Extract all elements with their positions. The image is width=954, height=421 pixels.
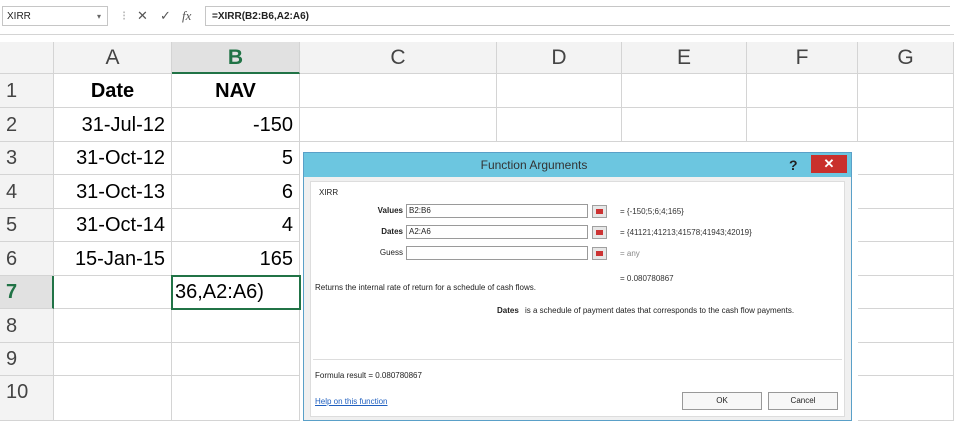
row-header-10[interactable]: 10 bbox=[0, 376, 54, 421]
cell-g2[interactable] bbox=[858, 108, 954, 142]
cell-a10[interactable] bbox=[54, 376, 172, 421]
guess-result: = any bbox=[620, 249, 640, 258]
cell-g3[interactable] bbox=[858, 142, 954, 175]
cell-g10[interactable] bbox=[858, 376, 954, 421]
values-input[interactable]: B2:B6 bbox=[406, 204, 588, 218]
cell-b6[interactable]: 165 bbox=[172, 242, 300, 276]
chevron-down-icon[interactable]: ▾ bbox=[97, 7, 101, 27]
column-header-f[interactable]: F bbox=[747, 42, 858, 74]
arg-description-name: Dates bbox=[497, 306, 519, 315]
row-header-4[interactable]: 4 bbox=[0, 175, 54, 209]
formula-result: Formula result = 0.080780867 bbox=[315, 371, 422, 380]
cell-f1[interactable] bbox=[747, 74, 858, 108]
cell-b1[interactable]: NAV bbox=[172, 74, 300, 108]
cell-b2[interactable]: -150 bbox=[172, 108, 300, 142]
dates-result: = {41121;41213;41578;41943;42019} bbox=[620, 228, 752, 237]
values-result: = {-150;5;6;4;165} bbox=[620, 207, 684, 216]
formula-bar: XIRR ▾ ⁝ ✕ ✓ fx =XIRR(B2:B6,A2:A6) bbox=[0, 0, 954, 35]
cell-b8[interactable] bbox=[172, 309, 300, 343]
cell-g7[interactable] bbox=[858, 276, 954, 309]
function-arguments-dialog: Function Arguments ? ✕ XIRR Values B2:B6… bbox=[303, 152, 852, 421]
cell-a8[interactable] bbox=[54, 309, 172, 343]
row-header-6[interactable]: 6 bbox=[0, 242, 54, 276]
cell-g5[interactable] bbox=[858, 209, 954, 242]
guess-input[interactable] bbox=[406, 246, 588, 260]
function-name: XIRR bbox=[319, 188, 339, 197]
cell-a3[interactable]: 31-Oct-12 bbox=[54, 142, 172, 175]
guess-label: Guess bbox=[379, 248, 403, 257]
cell-g9[interactable] bbox=[858, 343, 954, 376]
cancel-button[interactable]: Cancel bbox=[768, 392, 838, 410]
formula-input[interactable]: =XIRR(B2:B6,A2:A6) bbox=[205, 6, 950, 26]
cell-a9[interactable] bbox=[54, 343, 172, 376]
column-header-c[interactable]: C bbox=[300, 42, 497, 74]
cell-b10[interactable] bbox=[172, 376, 300, 421]
row-header-7[interactable]: 7 bbox=[0, 276, 54, 309]
cell-g8[interactable] bbox=[858, 309, 954, 343]
ok-button[interactable]: OK bbox=[682, 392, 762, 410]
collapse-dates-icon[interactable] bbox=[592, 226, 607, 239]
active-cell-b7[interactable]: 36,A2:A6) bbox=[171, 275, 301, 310]
cell-b4[interactable]: 6 bbox=[172, 175, 300, 209]
cell-g6[interactable] bbox=[858, 242, 954, 276]
column-header-b[interactable]: B bbox=[172, 42, 300, 74]
row-header-1[interactable]: 1 bbox=[0, 74, 54, 108]
cell-a6[interactable]: 15-Jan-15 bbox=[54, 242, 172, 276]
cell-b5[interactable]: 4 bbox=[172, 209, 300, 242]
cell-a1[interactable]: Date bbox=[54, 74, 172, 108]
divider bbox=[313, 359, 842, 360]
column-header-d[interactable]: D bbox=[497, 42, 622, 74]
collapse-guess-icon[interactable] bbox=[592, 247, 607, 260]
row-header-3[interactable]: 3 bbox=[0, 142, 54, 175]
cell-e1[interactable] bbox=[622, 74, 747, 108]
dialog-body: XIRR Values B2:B6 = {-150;5;6;4;165} Dat… bbox=[310, 181, 845, 417]
cell-c2[interactable] bbox=[300, 108, 497, 142]
row-header-8[interactable]: 8 bbox=[0, 309, 54, 343]
name-box[interactable]: XIRR ▾ bbox=[2, 6, 108, 26]
dates-input[interactable]: A2:A6 bbox=[406, 225, 588, 239]
help-icon[interactable]: ? bbox=[789, 154, 798, 176]
cell-a5[interactable]: 31-Oct-14 bbox=[54, 209, 172, 242]
help-link[interactable]: Help on this function bbox=[315, 397, 388, 406]
row-header-9[interactable]: 9 bbox=[0, 343, 54, 376]
cell-d1[interactable] bbox=[497, 74, 622, 108]
cell-c1[interactable] bbox=[300, 74, 497, 108]
row-header-5[interactable]: 5 bbox=[0, 209, 54, 242]
cell-f2[interactable] bbox=[747, 108, 858, 142]
dialog-title: Function Arguments bbox=[480, 158, 588, 172]
separator-icon: ⁝ bbox=[122, 8, 127, 23]
cell-b3[interactable]: 5 bbox=[172, 142, 300, 175]
cancel-icon[interactable]: ✕ bbox=[137, 6, 148, 26]
select-all-corner[interactable] bbox=[0, 42, 54, 74]
dates-label: Dates bbox=[381, 227, 403, 236]
cell-g1[interactable] bbox=[858, 74, 954, 108]
collapse-values-icon[interactable] bbox=[592, 205, 607, 218]
function-result: = 0.080780867 bbox=[620, 274, 674, 283]
cell-d2[interactable] bbox=[497, 108, 622, 142]
name-box-value: XIRR bbox=[7, 11, 31, 22]
cell-g4[interactable] bbox=[858, 175, 954, 209]
values-label: Values bbox=[377, 206, 403, 215]
arg-description-text: is a schedule of payment dates that corr… bbox=[525, 306, 795, 315]
cell-a4[interactable]: 31-Oct-13 bbox=[54, 175, 172, 209]
enter-icon[interactable]: ✓ bbox=[160, 6, 171, 26]
cell-e2[interactable] bbox=[622, 108, 747, 142]
close-button[interactable]: ✕ bbox=[811, 155, 847, 173]
insert-function-icon[interactable]: fx bbox=[182, 6, 191, 26]
row-header-2[interactable]: 2 bbox=[0, 108, 54, 142]
column-header-g[interactable]: G bbox=[858, 42, 954, 74]
dialog-title-bar[interactable]: Function Arguments ? ✕ bbox=[304, 153, 851, 177]
cell-a2[interactable]: 31-Jul-12 bbox=[54, 108, 172, 142]
column-header-a[interactable]: A bbox=[54, 42, 172, 74]
cell-b9[interactable] bbox=[172, 343, 300, 376]
cell-a7[interactable] bbox=[54, 276, 172, 309]
function-description: Returns the internal rate of return for … bbox=[315, 283, 537, 292]
column-header-e[interactable]: E bbox=[622, 42, 747, 74]
